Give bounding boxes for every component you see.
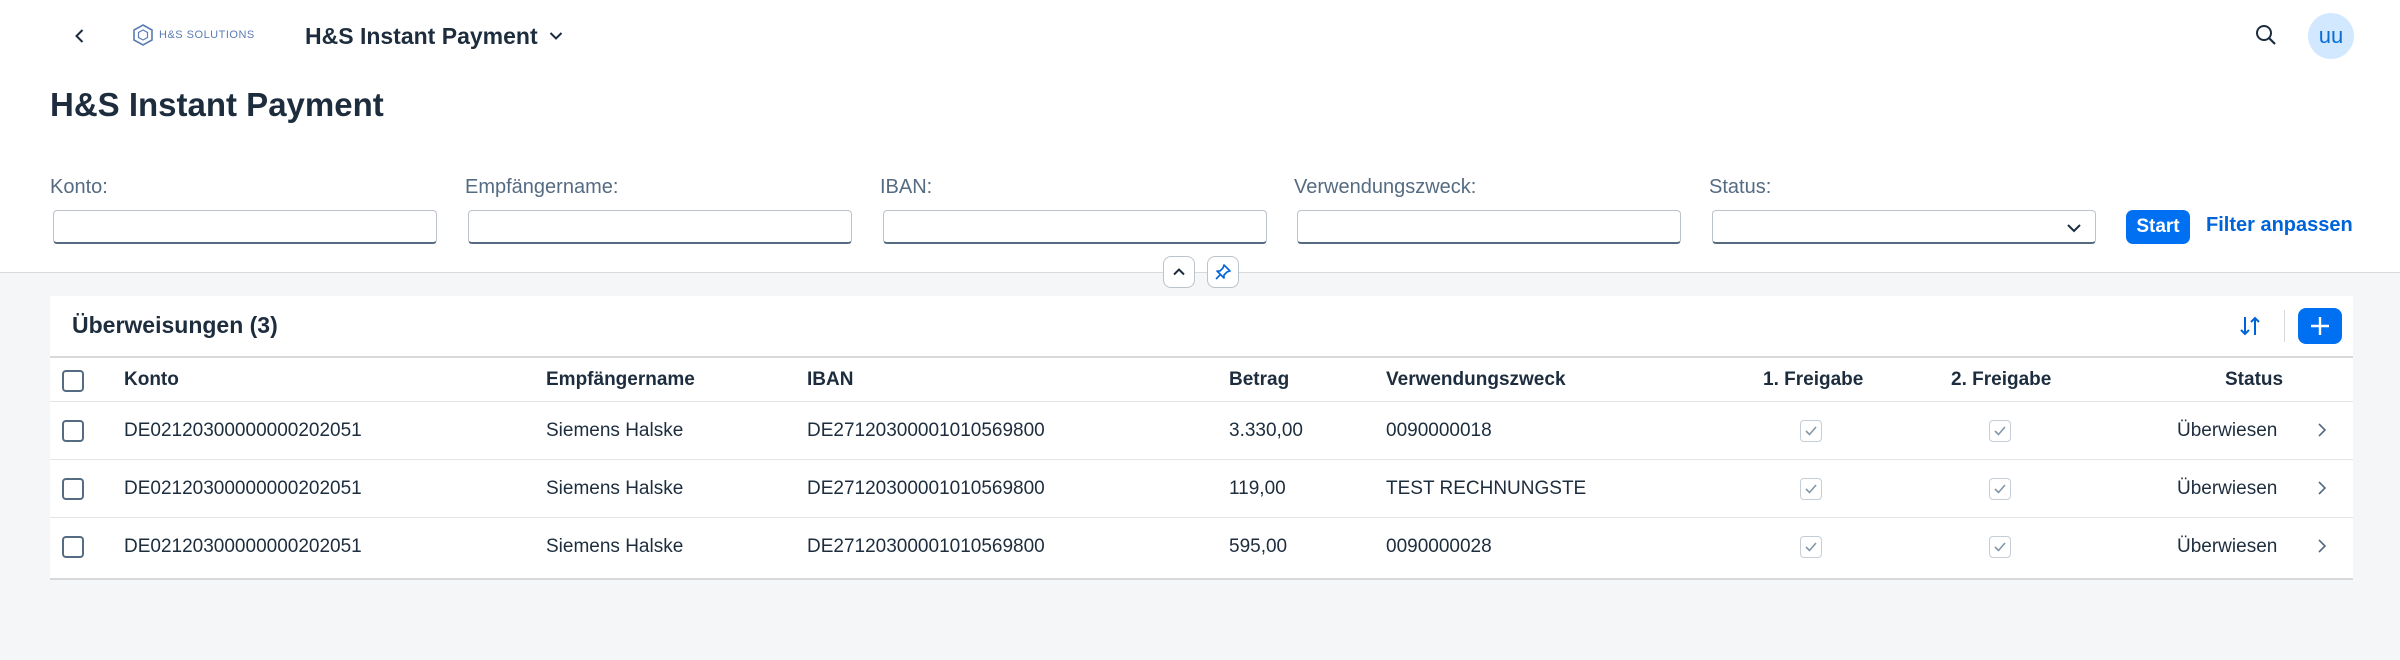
logo-text: H&S SOLUTIONS (159, 29, 255, 41)
chevron-right-icon[interactable] (2312, 536, 2332, 556)
table-row[interactable]: DE02120300000000202051 Siemens Halske DE… (50, 402, 2353, 460)
company-logo[interactable]: H&S SOLUTIONS (133, 22, 265, 48)
select-all-checkbox[interactable] (62, 370, 84, 392)
check-icon (1805, 426, 1817, 436)
app-title-menu[interactable]: H&S Instant Payment (305, 18, 564, 54)
cell-iban: DE27120300001010569800 (807, 420, 1045, 441)
chevron-up-icon (1173, 268, 1185, 276)
konto-filter-label: Konto: (50, 176, 108, 198)
column-header-empfaenger[interactable]: Empfängername (546, 369, 695, 391)
add-button[interactable] (2298, 308, 2342, 344)
chevron-down-icon (2067, 224, 2081, 233)
cell-konto: DE02120300000000202051 (124, 478, 362, 499)
freigabe1-checkbox (1800, 536, 1822, 558)
column-header-zweck[interactable]: Verwendungszweck (1386, 369, 1566, 391)
search-icon (2256, 25, 2276, 45)
cell-betrag: 119,00 (1229, 478, 1286, 499)
hexagon-logo-icon (133, 24, 153, 46)
freigabe2-checkbox (1989, 420, 2011, 442)
cell-empfaenger: Siemens Halske (546, 536, 684, 557)
cell-zweck: 0090000028 (1386, 536, 1492, 557)
check-icon (1994, 542, 2006, 552)
freigabe1-checkbox (1800, 420, 1822, 442)
column-header-betrag[interactable]: Betrag (1229, 369, 1289, 391)
start-button[interactable]: Start (2126, 210, 2190, 244)
status-filter-select[interactable] (1712, 210, 2096, 244)
column-header-freigabe1[interactable]: 1. Freigabe (1763, 369, 1863, 391)
empfaenger-filter-input[interactable] (468, 210, 852, 244)
freigabe2-checkbox (1989, 536, 2011, 558)
table-row[interactable]: DE02120300000000202051 Siemens Halske DE… (50, 518, 2353, 576)
collapse-header-button[interactable] (1163, 256, 1195, 288)
cell-iban: DE27120300001010569800 (807, 478, 1045, 499)
check-icon (1805, 542, 1817, 552)
plus-icon (2311, 317, 2329, 335)
adapt-filters-link[interactable]: Filter anpassen (2206, 214, 2353, 237)
table-header-row: Konto Empfängername IBAN Betrag Verwendu… (50, 356, 2353, 402)
freigabe2-checkbox (1989, 478, 2011, 500)
cell-zweck: 0090000018 (1386, 420, 1492, 441)
page-title: H&S Instant Payment (50, 86, 384, 123)
row-select-checkbox[interactable] (62, 536, 84, 558)
column-header-status[interactable]: Status (2225, 369, 2283, 391)
cell-status: Überwiesen (2177, 536, 2278, 557)
cell-konto: DE02120300000000202051 (124, 536, 362, 557)
freigabe1-checkbox (1800, 478, 1822, 500)
pin-header-button[interactable] (1207, 256, 1239, 288)
cell-iban: DE27120300001010569800 (807, 536, 1045, 557)
back-button[interactable] (62, 18, 98, 54)
cell-betrag: 595,00 (1229, 536, 1288, 557)
sort-icon (2240, 316, 2260, 336)
user-avatar[interactable]: uu (2308, 13, 2354, 59)
empfaenger-filter-label: Empfängername: (465, 176, 619, 198)
column-header-iban[interactable]: IBAN (807, 369, 853, 391)
app-title: H&S Instant Payment (305, 22, 538, 49)
pin-icon (1215, 264, 1231, 280)
column-header-freigabe2[interactable]: 2. Freigabe (1951, 369, 2051, 391)
shell-bar: H&S SOLUTIONS H&S Instant Payment uu (0, 0, 2400, 70)
chevron-left-icon (75, 29, 84, 43)
zweck-filter-input[interactable] (1297, 210, 1681, 244)
search-button[interactable] (2248, 17, 2284, 53)
konto-filter-input[interactable] (53, 210, 437, 244)
check-icon (1805, 484, 1817, 494)
check-icon (1994, 426, 2006, 436)
iban-filter-label: IBAN: (880, 176, 933, 198)
chevron-right-icon[interactable] (2312, 478, 2332, 498)
cell-status: Überwiesen (2177, 478, 2278, 499)
chevron-right-icon[interactable] (2312, 420, 2332, 440)
transfers-table: Überweisungen (3) Konto Empfängername IB… (50, 296, 2353, 580)
table-row[interactable]: DE02120300000000202051 Siemens Halske DE… (50, 460, 2353, 518)
cell-empfaenger: Siemens Halske (546, 478, 684, 499)
cell-zweck: TEST RECHNUNGSTE (1386, 478, 1587, 499)
column-header-konto[interactable]: Konto (124, 369, 179, 391)
status-filter-label: Status: (1709, 176, 1772, 198)
toolbar-separator (2284, 310, 2285, 342)
cell-konto: DE02120300000000202051 (124, 420, 362, 441)
page-header: H&S SOLUTIONS H&S Instant Payment uu H&S… (0, 0, 2400, 288)
iban-filter-input[interactable] (883, 210, 1267, 244)
row-select-checkbox[interactable] (62, 478, 84, 500)
cell-empfaenger: Siemens Halske (546, 420, 684, 441)
sort-button[interactable] (2232, 308, 2268, 344)
zweck-filter-label: Verwendungszweck: (1294, 176, 1477, 198)
cell-status: Überwiesen (2177, 420, 2278, 441)
chevron-down-icon (549, 32, 562, 40)
check-icon (1994, 484, 2006, 494)
cell-betrag: 3.330,00 (1229, 420, 1303, 441)
row-select-checkbox[interactable] (62, 420, 84, 442)
table-title: Überweisungen (3) (72, 312, 278, 338)
